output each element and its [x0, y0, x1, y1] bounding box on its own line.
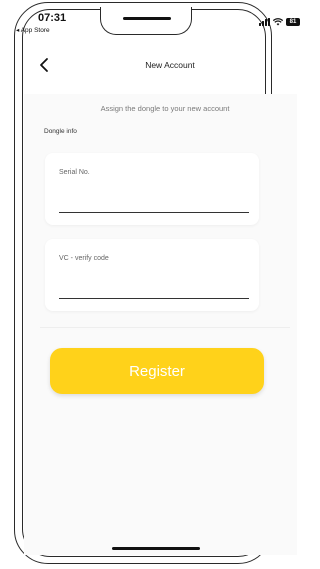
- status-time: 07:31: [38, 12, 67, 24]
- verify-code-label: VC - verify code: [59, 255, 109, 262]
- home-indicator[interactable]: [112, 547, 200, 550]
- page-title: New Account: [145, 60, 195, 70]
- page-subtitle: Assign the dongle to your new account: [100, 104, 230, 113]
- wifi-icon: [273, 18, 283, 26]
- serial-number-input[interactable]: [59, 212, 249, 213]
- serial-number-label: Serial No.: [59, 169, 90, 176]
- back-to-app-link[interactable]: ◂ App Store: [16, 26, 50, 34]
- verify-code-card[interactable]: VC - verify code: [45, 239, 259, 311]
- signal-icon: [259, 18, 270, 26]
- battery-icon: 81: [286, 18, 300, 26]
- status-icons: 81: [259, 18, 300, 26]
- register-button[interactable]: Register: [50, 348, 264, 394]
- phone-notch: [100, 7, 192, 35]
- section-label: Dongle info: [44, 128, 77, 135]
- serial-number-card[interactable]: Serial No.: [45, 153, 259, 225]
- verify-code-input[interactable]: [59, 298, 249, 299]
- divider: [40, 327, 290, 328]
- speaker-grille: [123, 17, 171, 20]
